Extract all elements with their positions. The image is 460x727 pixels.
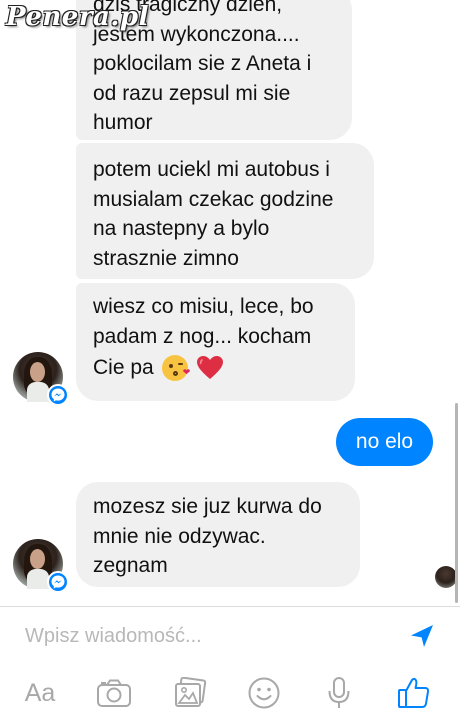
conversation[interactable]: dzis tragiczny dzien, jestem wykonczona.… [0,0,460,606]
microphone-button[interactable] [319,673,359,713]
red-heart-emoji [196,355,223,379]
message-line: mnie nie odzywac. [93,524,266,548]
kissing-face-emoji: ❤ [161,354,190,381]
message-line: poklocilam sie z Aneta i [93,52,312,75]
message-line: strasznie zimno [93,246,239,270]
contact-avatar[interactable] [13,352,69,406]
like-button[interactable] [394,673,434,713]
message-line: padam z nog... kocham [93,324,312,348]
message-line: humor [93,111,153,134]
message-bubble-incoming[interactable]: mozesz sie juz kurwa do mnie nie odzywac… [76,482,360,587]
send-arrow-icon[interactable] [407,621,437,651]
microphone-icon [328,677,350,708]
emoji-button[interactable] [244,673,284,713]
gallery-icon [175,677,207,707]
message-line: Cie pa [93,356,154,379]
scrollbar[interactable] [455,403,458,603]
message-composer: Aa [0,606,460,727]
message-line: zegnam [93,554,168,577]
message-bubble-incoming[interactable]: wiesz co misiu, lece, bo padam z nog... … [76,283,355,401]
message-input[interactable] [0,607,395,665]
message-line: mozesz sie juz kurwa do [93,495,322,518]
composer-toolbar: Aa [0,673,460,718]
messenger-badge-icon [47,384,69,406]
messenger-badge-icon [47,571,69,593]
emoji-icon [248,677,280,709]
message-line: wiesz co misiu, lece, bo [93,295,314,318]
message-line-with-emoji: Cie pa ❤ [93,353,355,383]
watermark-logo: Penera.pl [6,2,149,32]
message-bubble-outgoing[interactable]: no elo [336,418,433,466]
camera-icon [97,679,131,707]
text-format-button[interactable]: Aa [20,673,60,713]
message-line: potem uciekl mi autobus i [93,158,330,181]
message-line: musialam czekac godzine [93,187,334,211]
message-line: od razu zepsul mi sie [93,81,291,105]
message-line: na nastepny a bylo [93,217,270,240]
message-bubble-incoming[interactable]: potem uciekl mi autobus i musialam czeka… [76,143,374,279]
text-format-label: Aa [24,678,56,707]
gallery-button[interactable] [170,673,210,713]
camera-button[interactable] [94,673,134,713]
like-icon [398,677,430,708]
contact-avatar[interactable] [13,539,69,593]
seen-indicator-avatar [435,566,457,588]
message-text: no elo [355,430,414,453]
